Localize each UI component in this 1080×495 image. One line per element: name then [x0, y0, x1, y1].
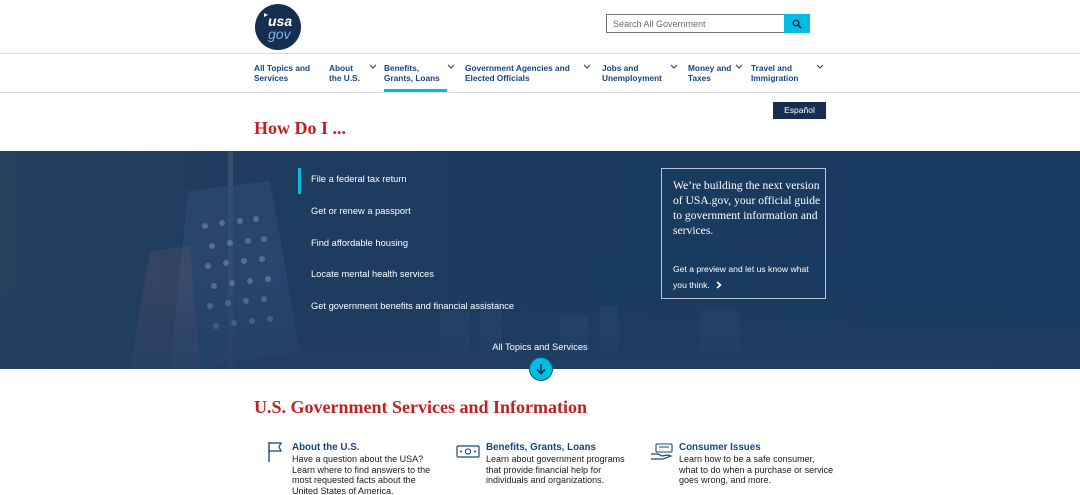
card-description: Learn about government programs that pro…: [486, 454, 625, 486]
usagov-logo[interactable]: usa gov: [255, 4, 301, 50]
arrow-down-icon: [536, 364, 546, 375]
nav-item-government-agencies[interactable]: Government Agencies and Elected Officials: [465, 63, 591, 92]
nav-item-label: the U.S.: [329, 72, 360, 83]
logo-text-gov: gov: [268, 26, 292, 42]
chevron-down-icon: [735, 64, 743, 69]
flag-background-image: [0, 151, 1080, 369]
all-topics-link[interactable]: All Topics and Services: [0, 342, 1080, 352]
nav-item-label: Jobs and: [602, 63, 639, 73]
services-heading: U.S. Government Services and Information: [254, 397, 587, 417]
chevron-down-icon: [670, 64, 678, 69]
hero-section: File a federal tax return Get or renew a…: [0, 151, 1080, 369]
chevron-down-icon: [447, 64, 455, 69]
site-header: usa gov: [0, 0, 1080, 54]
preview-callout-text: We’re building the next version of USA.g…: [673, 179, 821, 237]
nav-item-label: Taxes: [688, 72, 711, 83]
search-input[interactable]: [606, 14, 784, 33]
hero-link-mental-health[interactable]: Locate mental health services: [311, 269, 434, 279]
scroll-down-button[interactable]: [529, 357, 553, 381]
chevron-down-icon: [369, 64, 377, 69]
how-do-i-heading: How Do I ...: [254, 118, 347, 138]
nav-item-label: About: [329, 63, 353, 73]
nav-item-label: Services: [254, 72, 289, 83]
nav-item-all-topics[interactable]: All Topics and Services: [254, 63, 318, 92]
nav-item-jobs[interactable]: Jobs and Unemployment: [602, 63, 678, 92]
nav-item-label: Travel and: [751, 63, 793, 73]
nav-item-travel[interactable]: Travel and Immigration: [751, 63, 826, 92]
active-link-indicator: [298, 168, 301, 194]
nav-item-label: Money and: [688, 63, 732, 73]
flag-icon: [268, 442, 282, 462]
card-title-link[interactable]: About the U.S.: [292, 442, 359, 453]
nav-item-about-us[interactable]: About the U.S.: [329, 63, 379, 92]
chevron-down-icon: [583, 64, 591, 69]
usagov-logo-graphic: usa gov: [264, 13, 292, 42]
search-icon: [792, 18, 802, 29]
preview-feedback-link-text: Get a preview and let us know what you t…: [673, 264, 809, 290]
hero-link-housing[interactable]: Find affordable housing: [311, 238, 408, 248]
nav-item-benefits[interactable]: Benefits, Grants, Loans: [384, 63, 455, 92]
card-description: Learn how to be a safe consumer, what to…: [679, 454, 834, 486]
nav-item-label: All Topics and: [254, 63, 311, 73]
hero-link-passport[interactable]: Get or renew a passport: [311, 206, 411, 216]
chevron-down-icon: [816, 64, 824, 69]
nav-item-label: Unemployment: [602, 72, 662, 83]
search-button[interactable]: [784, 14, 810, 33]
nav-item-label: Elected Officials: [465, 72, 530, 83]
nav-item-label: Government Agencies and: [465, 63, 570, 73]
money-icon: [456, 445, 480, 458]
nav-item-label: Benefits,: [384, 63, 420, 73]
hero-link-benefits-assistance[interactable]: Get government benefits and financial as…: [311, 301, 514, 311]
card-title-link[interactable]: Consumer Issues: [679, 442, 761, 453]
language-toggle-button[interactable]: Español: [773, 102, 826, 119]
hero-link-tax-return[interactable]: File a federal tax return: [311, 174, 407, 184]
nav-item-money-taxes[interactable]: Money and Taxes: [688, 63, 743, 92]
search-form: [606, 14, 810, 33]
nav-item-label: Immigration: [751, 72, 799, 83]
preview-callout: We’re building the next version of USA.g…: [661, 168, 826, 299]
hand-money-icon: [651, 443, 673, 460]
preview-feedback-link[interactable]: Get a preview and let us know what you t…: [673, 261, 823, 293]
card-description: Have a question about the USA? Learn whe…: [292, 454, 431, 495]
card-title-link[interactable]: Benefits, Grants, Loans: [486, 442, 596, 453]
chevron-right-icon: [716, 281, 722, 289]
nav-item-label: Grants, Loans: [384, 72, 440, 83]
main-nav: All Topics and Services About the U.S. Ben…: [0, 55, 1080, 93]
